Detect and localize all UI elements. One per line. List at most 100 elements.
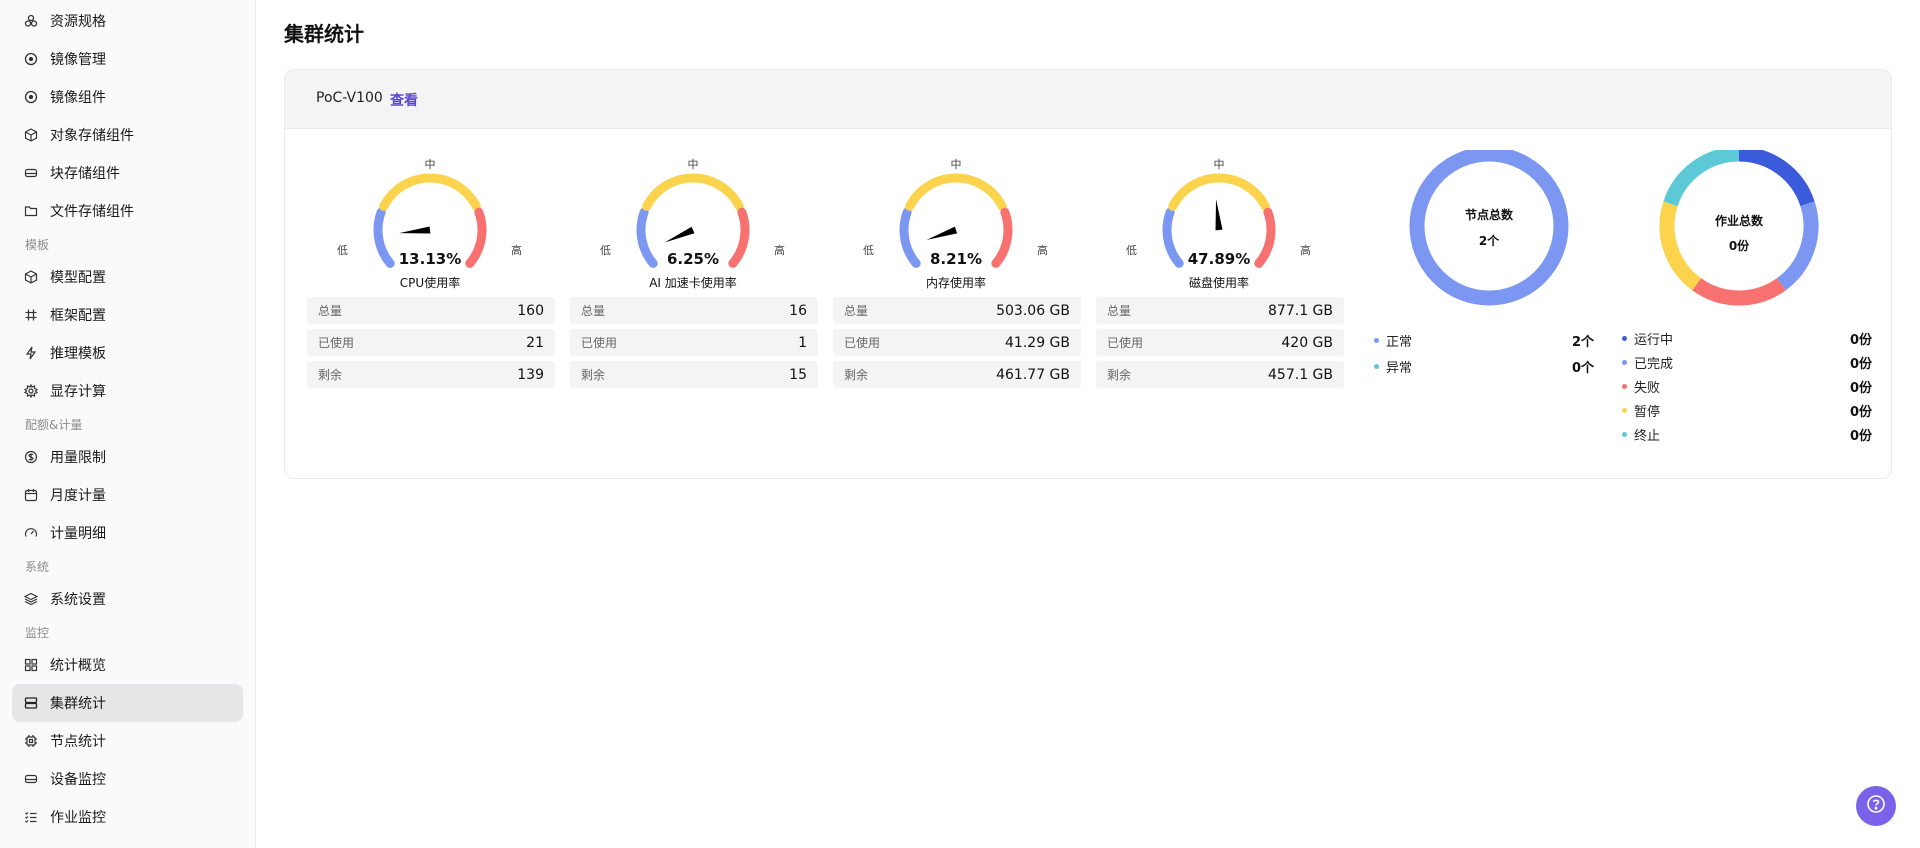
gauge-stat-row: 总量 16 — [570, 297, 818, 324]
gauge-percent: 47.89% — [1187, 250, 1251, 268]
lightning-icon — [23, 345, 39, 361]
calendar-icon — [23, 487, 39, 503]
gauge-name: 内存使用率 — [925, 276, 986, 290]
gauge-stat-row: 总量 160 — [307, 297, 555, 324]
view-cluster-link[interactable]: 查看 — [390, 90, 418, 110]
legend-label: 运行中 — [1634, 332, 1674, 348]
gauge-name: CPU使用率 — [399, 276, 461, 290]
legend-dot — [1374, 337, 1379, 343]
hash-icon — [23, 307, 39, 323]
sidebar-item-device-monitor[interactable]: 设备监控 — [12, 760, 243, 798]
legend-value: 0份 — [1849, 332, 1872, 348]
gauge-needle — [664, 226, 695, 243]
legend-value: 2个 — [1571, 334, 1594, 350]
legend-label: 终止 — [1634, 428, 1661, 444]
sidebar-group-quota: 配额&计量 — [25, 418, 83, 432]
stat-value: 1 — [798, 334, 807, 351]
chip-icon — [23, 733, 39, 749]
nodes-total-value: 2个 — [1478, 234, 1500, 248]
sidebar-item-node-stats[interactable]: 节点统计 — [12, 722, 243, 760]
jobs-total-value: 0份 — [1728, 239, 1750, 253]
sidebar-item-label: 框架配置 — [50, 308, 106, 324]
sidebar-item-image-manage[interactable]: 镜像管理 — [12, 40, 243, 78]
checklist-icon — [23, 809, 39, 825]
sidebar-item-label: 资源规格 — [50, 14, 106, 30]
sidebar-item-framework-config[interactable]: 框架配置 — [12, 296, 243, 334]
sidebar-item-label: 系统设置 — [50, 592, 106, 608]
sidebar-item-label: 月度计量 — [50, 488, 106, 504]
gauge-label-mid: 中 — [1213, 158, 1225, 171]
stat-value: 15 — [789, 366, 807, 383]
gauge-ai-accelerator: 中低高 6.25% AI 加速卡使用率 总量 16 已使用 1 剩余 15 — [568, 150, 818, 390]
sidebar-item-label: 模型配置 — [50, 270, 106, 286]
sidebar-item-usage-limit[interactable]: 用量限制 — [12, 438, 243, 476]
object-storage-icon — [23, 127, 39, 143]
nodes-donut-chart — [1409, 146, 1569, 306]
gauge-memory: 中低高 8.21% 内存使用率 总量 503.06 GB 已使用 41.29 GB 剩余 461… — [831, 150, 1081, 390]
gauge-arc-mid — [905, 173, 1007, 211]
sidebar-item-stats-overview[interactable]: 统计概览 — [12, 646, 243, 684]
legend-label: 失败 — [1634, 380, 1661, 396]
image-manage-icon — [23, 51, 39, 67]
stat-key: 已使用 — [844, 336, 881, 350]
nodes-donut: 节点总数 2个 — [1365, 146, 1605, 390]
sidebar-item-metering-detail[interactable]: 计量明细 — [12, 514, 243, 552]
page-title: 集群统计 — [284, 22, 364, 46]
folder-icon — [23, 203, 39, 219]
gauge-arc-mid — [642, 173, 744, 211]
sidebar-item-block-storage[interactable]: 块存储组件 — [12, 154, 243, 192]
gauge-stat-row: 剩余 15 — [570, 361, 818, 388]
sidebar-item-label: 节点统计 — [50, 734, 106, 750]
sidebar-item-job-monitor[interactable]: 作业监控 — [12, 798, 243, 836]
sidebar-group-system: 系统 — [25, 560, 50, 574]
gauge-stat-row: 已使用 41.29 GB — [833, 329, 1081, 356]
gauge-label-mid: 中 — [424, 158, 436, 171]
sidebar-item-label: 统计概览 — [50, 658, 106, 674]
sidebar-item-label: 镜像管理 — [50, 52, 106, 68]
sidebar-item-label: 设备监控 — [50, 772, 106, 788]
sidebar-item-image-component[interactable]: 镜像组件 — [12, 78, 243, 116]
stat-value: 461.77 GB — [996, 366, 1070, 383]
stat-key: 总量 — [1107, 304, 1132, 318]
legend-label: 暂停 — [1634, 404, 1661, 420]
gauge-name: 磁盘使用率 — [1188, 276, 1249, 290]
gauge-percent: 13.13% — [398, 250, 462, 268]
sidebar-item-label: 作业监控 — [50, 810, 106, 826]
stat-value: 21 — [526, 334, 544, 351]
jobs-donut-segment — [1692, 278, 1786, 306]
sidebar-item-file-storage[interactable]: 文件存储组件 — [12, 192, 243, 230]
gauge-needle — [926, 226, 958, 240]
help-button[interactable] — [1856, 786, 1896, 826]
stat-value: 877.1 GB — [1268, 302, 1333, 319]
sidebar-item-cluster-stats[interactable]: 集群统计 — [12, 684, 243, 722]
legend-item-normal: 正常 2个 — [1374, 330, 1594, 350]
sidebar-group-template: 模板 — [25, 238, 50, 252]
gauge-disk: 中低高 47.89% 磁盘使用率 总量 877.1 GB 已使用 420 GB 剩余 457.1… — [1094, 150, 1344, 390]
dollar-icon — [23, 449, 39, 465]
legend-label: 已完成 — [1634, 356, 1674, 372]
legend-dot — [1374, 363, 1379, 369]
sidebar-item-vram-calc[interactable]: 显存计算 — [12, 372, 243, 410]
question-icon — [1866, 794, 1886, 818]
gear-icon — [23, 383, 39, 399]
gauge-needle — [399, 226, 431, 234]
gauge-needle — [1215, 199, 1223, 231]
sidebar-item-object-storage[interactable]: 对象存储组件 — [12, 116, 243, 154]
gauge-stat-row: 总量 503.06 GB — [833, 297, 1081, 324]
legend-item-terminated: 终止 0份 — [1622, 424, 1872, 444]
stat-value: 41.29 GB — [1005, 334, 1070, 351]
stat-key: 剩余 — [844, 368, 869, 382]
sidebar-item-inference-template[interactable]: 推理模板 — [12, 334, 243, 372]
gauge-percent: 6.25% — [666, 250, 720, 268]
legend-label: 正常 — [1386, 334, 1413, 350]
sidebar: 资源规格 镜像管理 镜像组件 对象存储组件 块存储组件 文件存储组件 模板 模型… — [0, 0, 256, 848]
sidebar-item-model-config[interactable]: 模型配置 — [12, 258, 243, 296]
sidebar-item-resource-spec[interactable]: 资源规格 — [12, 2, 243, 40]
stat-value: 139 — [517, 366, 544, 383]
sidebar-item-monthly-metering[interactable]: 月度计量 — [12, 476, 243, 514]
sidebar-item-system-settings[interactable]: 系统设置 — [12, 580, 243, 618]
sidebar-item-label: 文件存储组件 — [50, 204, 134, 220]
legend-value: 0份 — [1849, 428, 1872, 444]
layers-icon — [23, 591, 39, 607]
sidebar-item-label: 显存计算 — [50, 384, 106, 400]
